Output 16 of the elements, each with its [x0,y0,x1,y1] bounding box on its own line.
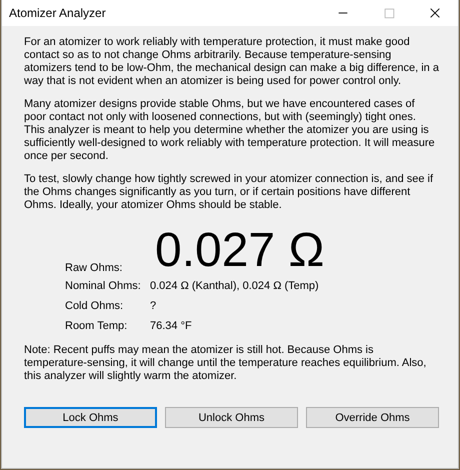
description-text: To test, slowly change how tightly screwed in your atomizer connection is, and see if the Ohms changes significantly as you turn, or if certain positions have different Ohms. Ideally, your atomizer Ohms should be stable. [24,173,434,212]
action-button[interactable]: Lock Ohms [24,407,157,428]
action-button[interactable]: Unlock Ohms [165,407,298,428]
note-text: Note: Recent puffs may mean the atomizer is still hot. Because Ohms is temperature-sensing, it will change until the temperature reaches equilibrium. Also, this analyzer will slightly warm the atomizer. [24,344,428,383]
reading-value: 0.024 Ω (Kanthal), 0.024 Ω (Temp) [150,280,319,292]
raw-ohms-value: 0.027 Ω [155,226,324,276]
window-title: Atomizer Analyzer [8,6,106,20]
raw-ohms-label: Raw Ohms: [65,262,124,276]
reading-value: 76.34 °F [150,320,192,332]
reading-label: Cold Ohms: [65,300,124,312]
reading-label: Nominal Ohms: [65,280,142,292]
description-text: For an atomizer to work reliably with temperature protection, it must make good contact so as to not change Ohms arbitrarily. Because temperature-sensing atomizers tend to be low-Ohm, the mechanical design can make a big difference, in a way that is not evident when an atomizer is being used for power control only. [24,36,439,88]
description-text: Many atomizer designs provide stable Ohms, but we have encountered cases of poor contact not only with loosened connections, but with (seemingly) tight ones. This analyzer is meant to help you determine whether the atomizer you are using is sufficiently well-designed to work reliably with temperature protection. It will measure once per second. [24,98,436,163]
action-button[interactable]: Override Ohms [306,407,439,428]
reading-label: Room Temp: [65,320,128,332]
reading-value: ? [150,300,156,312]
